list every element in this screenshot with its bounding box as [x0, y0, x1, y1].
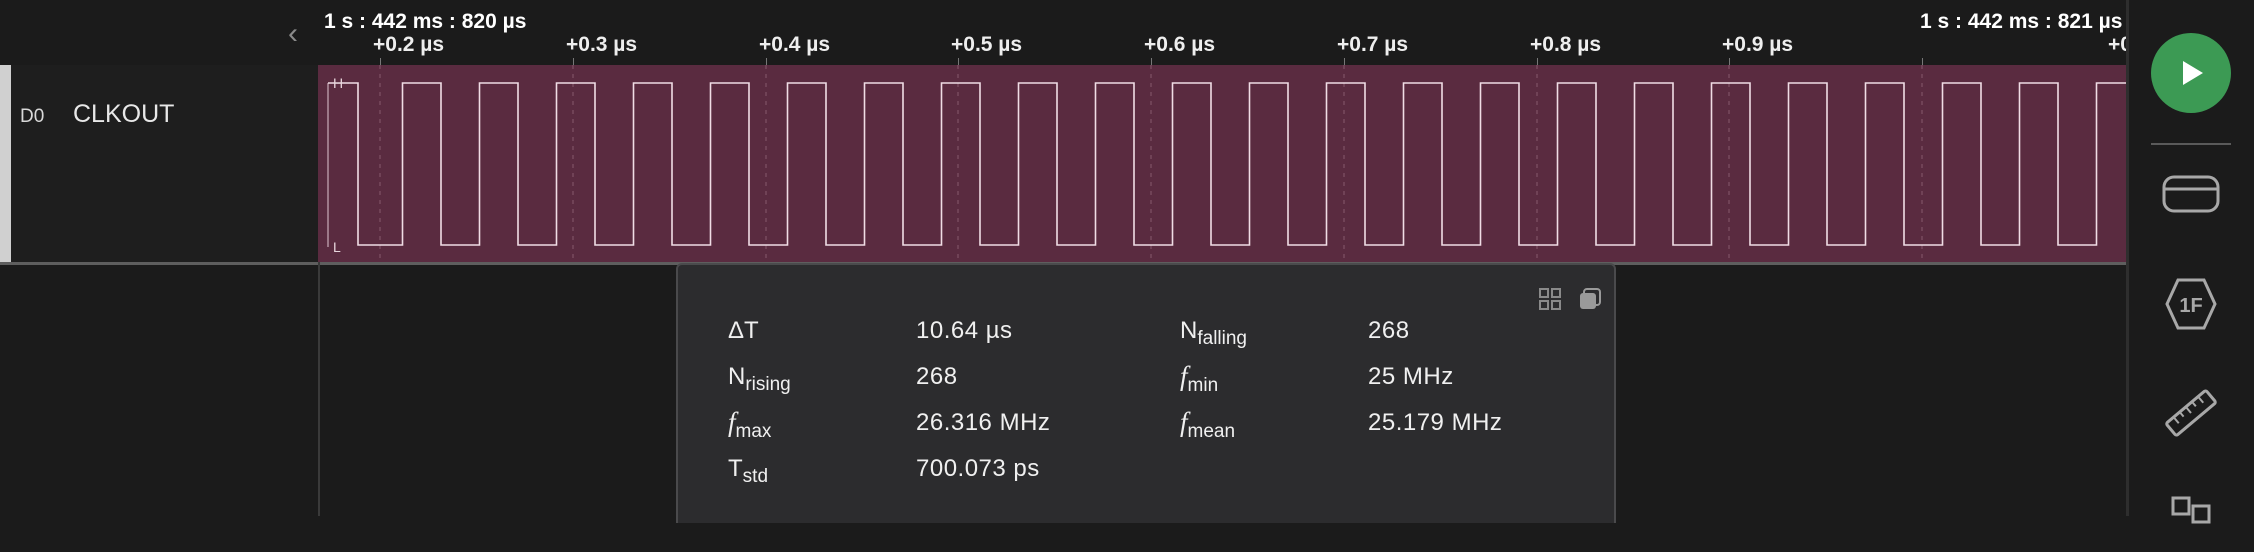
- copy-icon[interactable]: [1576, 285, 1604, 313]
- f-max-value: 26.316 MHz: [916, 409, 1051, 436]
- f-min-label: fmin: [1180, 361, 1219, 396]
- start-time-marker: 1 s : 442 ms : 820 µs: [324, 10, 527, 33]
- device-icon[interactable]: [2161, 165, 2221, 225]
- n-rising-label: Nrising: [728, 363, 791, 395]
- ruler-tick-label: +0.5 µs: [951, 33, 1023, 56]
- ruler-tick-mark: [1344, 58, 1345, 65]
- delta-t-label: ΔT: [728, 317, 759, 344]
- f-max-label: fmax: [728, 407, 772, 442]
- high-level-label: H: [333, 75, 343, 91]
- ruler-tick-label: +0: [2108, 33, 2126, 56]
- n-falling-value: 268: [1368, 317, 1410, 344]
- channel-name[interactable]: CLKOUT: [73, 100, 174, 129]
- label-column-divider: [318, 262, 320, 516]
- ruler-tick-mark: [958, 58, 959, 65]
- end-time-marker: 1 s : 442 ms : 821 µs: [1920, 10, 2123, 33]
- ruler-tick-label: +0.8 µs: [1530, 33, 1602, 56]
- t-std-value: 700.073 ps: [916, 455, 1040, 482]
- ruler-tick-mark: [380, 58, 381, 65]
- t-std-label: Tstd: [728, 455, 769, 487]
- n-falling-label: Nfalling: [1180, 317, 1247, 349]
- n-rising-value: 268: [916, 363, 958, 390]
- ruler-tick-mark: [766, 58, 767, 65]
- ruler-tick-label: +0.3 µs: [566, 33, 638, 56]
- ruler-tick-label: +0.6 µs: [1144, 33, 1216, 56]
- play-icon: [2183, 61, 2203, 85]
- delta-t-value: 10.64 µs: [916, 317, 1013, 344]
- collapse-chevron-icon[interactable]: ‹: [280, 17, 306, 50]
- digital-waveform[interactable]: H L: [318, 65, 2126, 262]
- channel-label-area[interactable]: [11, 65, 318, 262]
- protocol-analyzer-icon[interactable]: 1F: [2161, 274, 2221, 334]
- f-min-value: 25 MHz: [1368, 363, 1454, 390]
- measurement-panel[interactable]: ΔT 10.64 µs Nfalling 268 Nrising 268 fmi…: [676, 263, 1616, 523]
- time-ruler[interactable]: ‹ 1 s : 442 ms : 820 µs 1 s : 442 ms : 8…: [0, 0, 2126, 65]
- ruler-tick-mark: [573, 58, 574, 65]
- channel-color-strip: [0, 65, 11, 262]
- svg-text:1F: 1F: [2179, 295, 2202, 317]
- start-capture-button[interactable]: [2151, 33, 2231, 113]
- sidebar-separator: [2151, 143, 2231, 145]
- ruler-tick-mark: [1537, 58, 1538, 65]
- ruler-tick-label: +0.4 µs: [759, 33, 831, 56]
- f-mean-label: fmean: [1180, 407, 1236, 442]
- clock-waveform-graphic: H L: [327, 65, 2126, 262]
- ruler-tick-mark: [1922, 58, 1923, 65]
- channel-index: D0: [20, 106, 45, 127]
- ruler-tick-mark: [1151, 58, 1152, 65]
- ruler-tick-label: +0.2 µs: [373, 33, 445, 56]
- f-mean-value: 25.179 MHz: [1368, 409, 1503, 436]
- low-level-label: L: [333, 239, 341, 255]
- extensions-icon[interactable]: [2161, 492, 2221, 552]
- ruler-tick-label: +0.7 µs: [1337, 33, 1409, 56]
- ruler-tick-mark: [1729, 58, 1730, 65]
- ruler-tick-label: +0.9 µs: [1722, 33, 1794, 56]
- layout-grid-icon[interactable]: [1536, 285, 1564, 313]
- measure-ruler-icon[interactable]: [2161, 383, 2221, 443]
